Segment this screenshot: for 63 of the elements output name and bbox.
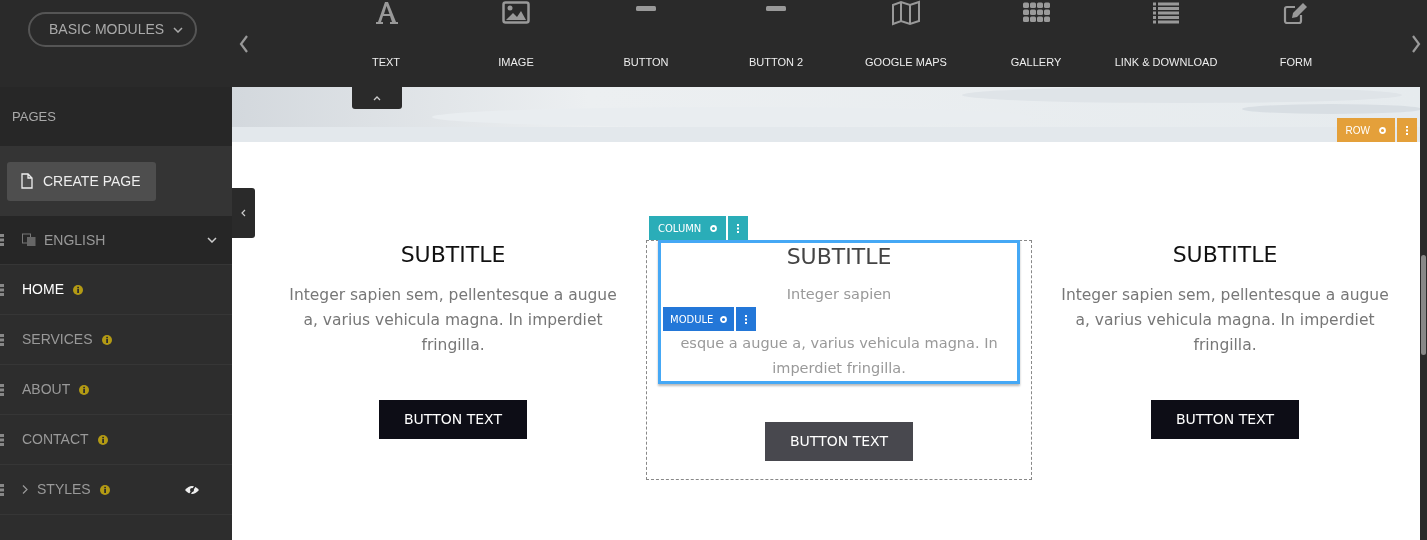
- info-icon: [99, 484, 110, 495]
- drag-handle-icon: [0, 483, 4, 496]
- subtitle: SUBTITLE: [400, 241, 506, 269]
- info-icon: [101, 334, 112, 345]
- module-dropdown[interactable]: BASIC MODULES: [28, 12, 197, 47]
- module-tile[interactable]: TEXT: [321, 0, 451, 87]
- paragraph-text: esque a augue a, varius vehicula magna. In imperdiet fringilla.: [680, 335, 998, 376]
- sidebar-item[interactable]: ENGLISH: [0, 216, 232, 265]
- gear-icon: [1379, 126, 1386, 134]
- module-settings-button[interactable]: MODULE: [663, 307, 735, 331]
- content-button[interactable]: BUTTON TEXT: [379, 400, 527, 439]
- more-icon: [745, 314, 748, 324]
- module-tile[interactable]: LINK & DOWNLOAD: [1101, 0, 1231, 87]
- drag-handle-icon: [0, 283, 4, 296]
- create-page-button[interactable]: CREATE PAGE: [7, 161, 156, 201]
- chevron-down-icon: [173, 26, 183, 33]
- module-tile[interactable]: FORM: [1231, 0, 1361, 87]
- more-button[interactable]: [1397, 118, 1417, 142]
- list-icon: [1153, 0, 1179, 26]
- chevron-left-icon: [239, 34, 249, 53]
- collapse-toolbar-button[interactable]: [352, 87, 402, 109]
- info-icon: [73, 284, 83, 295]
- module-tile[interactable]: GALLERY: [971, 0, 1101, 87]
- collapse-sidebar-button[interactable]: [232, 188, 255, 238]
- minus-icon: [766, 6, 786, 11]
- language-icon: [22, 233, 36, 247]
- more-button[interactable]: [728, 216, 749, 240]
- page-icon: [21, 173, 33, 189]
- hidden-eye-icon: [184, 483, 200, 496]
- module-tile[interactable]: BUTTON 2: [711, 0, 841, 87]
- subtitle: SUBTITLE: [1172, 241, 1278, 269]
- info-icon: [79, 384, 90, 395]
- chevron-right-icon: [1411, 34, 1421, 53]
- drag-handle-icon: [0, 234, 4, 246]
- more-button[interactable]: [736, 307, 757, 331]
- sidebar-item[interactable]: STYLES: [0, 465, 232, 515]
- drag-handle-icon: [0, 433, 4, 446]
- minus-icon: [636, 6, 656, 11]
- info-icon: [97, 434, 108, 445]
- module-tile[interactable]: GOOGLE MAPS: [841, 0, 971, 87]
- module-tile[interactable]: IMAGE: [451, 0, 581, 87]
- scrollbar-thumb[interactable]: [1421, 255, 1426, 355]
- chevron-down-icon: [207, 237, 217, 243]
- paragraph-text: Integer sapien: [786, 286, 892, 302]
- content-button[interactable]: BUTTON TEXT: [1151, 400, 1299, 439]
- chevron-left-icon: [241, 209, 246, 217]
- module-tile[interactable]: BUTTON: [581, 0, 711, 87]
- chevron-up-icon: [373, 95, 381, 101]
- gear-icon: [710, 224, 718, 232]
- more-icon: [737, 223, 740, 233]
- content-button[interactable]: BUTTON TEXT: [765, 422, 913, 461]
- drag-handle-icon: [0, 333, 4, 346]
- scrollbar[interactable]: [1420, 87, 1427, 540]
- paragraph-text: Integer sapien sem, pellentesque a augue a, varius vehicula magna. In imperdiet fringilla.: [1061, 286, 1389, 354]
- sidebar-title: PAGES: [12, 107, 56, 126]
- paragraph-text: Integer sapien sem, pellentesque a augue a, varius vehicula magna. In imperdiet fringilla.: [289, 286, 617, 354]
- gear-icon: [720, 315, 728, 323]
- image-icon: [502, 0, 530, 26]
- letter-icon: [374, 0, 398, 26]
- map-icon: [891, 0, 921, 26]
- drag-handle-icon: [0, 383, 4, 396]
- edit-icon: [1283, 0, 1309, 26]
- subtitle: SUBTITLE: [786, 243, 892, 271]
